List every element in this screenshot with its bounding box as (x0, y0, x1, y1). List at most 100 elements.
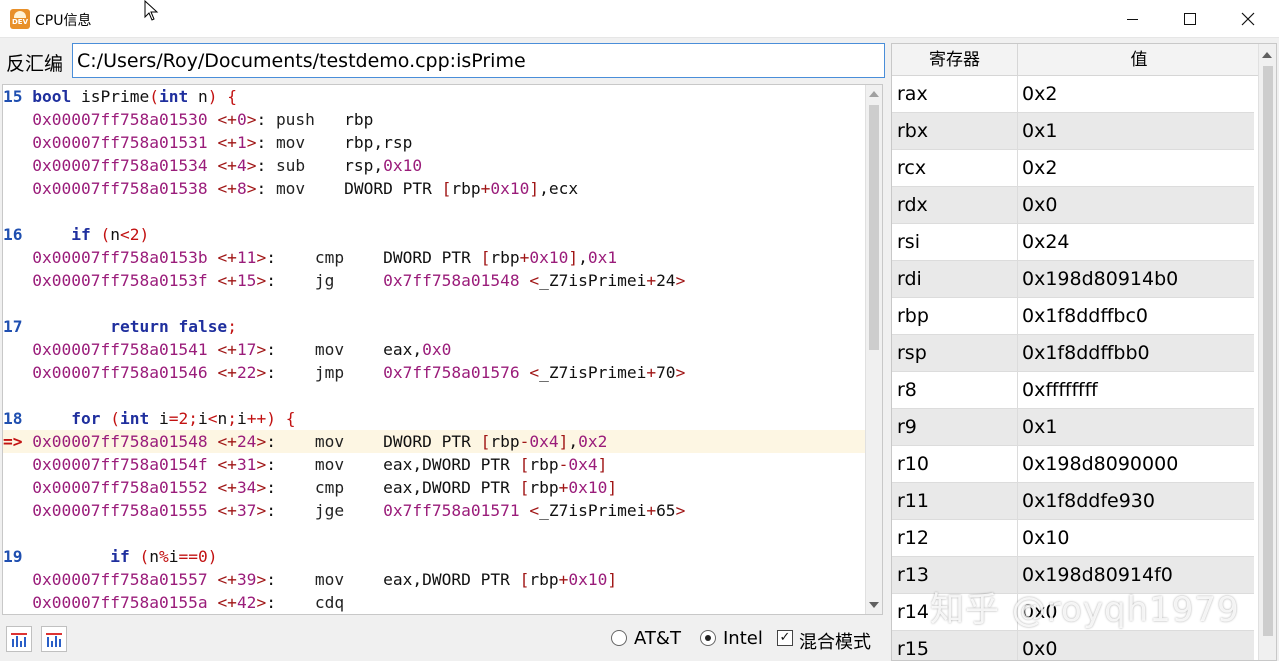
source-line-number: 19 (3, 547, 23, 566)
source-token: return (110, 317, 169, 336)
source-token: 0 (197, 547, 208, 566)
instruction-mnemonic: sub (275, 156, 345, 175)
offset-colon: : (266, 501, 276, 520)
att-radio[interactable] (611, 630, 627, 646)
register-row[interactable]: r11 0x1f8ddfe930 (892, 483, 1254, 520)
current-instruction-arrow (3, 110, 23, 129)
disassembly-label: 反汇编 (6, 53, 64, 75)
offset-bracket: <+ (217, 179, 237, 198)
column-header-register[interactable]: 寄存器 (892, 44, 1018, 76)
operand-token: eax,DWORD PTR (383, 455, 520, 474)
att-label[interactable]: AT&T (634, 628, 681, 649)
operand-token: 0x4 (568, 455, 598, 474)
instruction-address: 0x00007ff758a01552 (32, 478, 208, 497)
code-line: 0x00007ff758a01534 <+4>: sub rsp,0x10 (3, 154, 867, 177)
disassembly-function-input[interactable] (72, 43, 885, 78)
offset-bracket: > (256, 363, 267, 382)
instruction-address: 0x00007ff758a0155a (32, 593, 208, 612)
register-row[interactable]: rsp 0x1f8ddffbb0 (892, 335, 1254, 372)
source-token: < (119, 225, 130, 244)
code-scrollbar[interactable] (865, 85, 882, 614)
register-row[interactable]: rdi 0x198d80914b0 (892, 261, 1254, 298)
instruction-mnemonic: cdq (314, 593, 384, 612)
source-token: i (158, 409, 169, 428)
instruction-address: 0x00007ff758a01534 (32, 156, 208, 175)
current-instruction-arrow (3, 248, 23, 267)
source-token: n (197, 87, 208, 106)
source-token: ; (227, 317, 237, 336)
register-scroll-thumb[interactable] (1263, 66, 1273, 636)
scroll-down-icon[interactable] (869, 602, 879, 608)
instruction-offset: 22 (236, 363, 257, 382)
code-line: 0x00007ff758a01531 <+1>: mov rbp,rsp (3, 131, 867, 154)
register-row[interactable]: rdx 0x0 (892, 187, 1254, 224)
register-table[interactable]: 寄存器 值 rax 0x2 rbx 0x1 rcx 0x2 rdx 0x0 rsi 0x24 rdi… (891, 43, 1277, 661)
register-value: 0x24 (1022, 231, 1070, 253)
current-instruction-arrow (3, 156, 23, 175)
instruction-offset: 4 (236, 156, 247, 175)
register-scrollbar[interactable] (1258, 44, 1276, 660)
operand-token: ] (558, 432, 569, 451)
code-line: 16 if (n<2) (3, 223, 867, 246)
intel-radio[interactable] (700, 630, 716, 646)
source-token (23, 87, 33, 106)
scroll-up-icon[interactable] (869, 91, 879, 97)
register-value: 0x1 (1022, 120, 1058, 142)
disassembly-code-view[interactable]: 15 bool isPrime(int n) { 0x00007ff758a01… (2, 84, 883, 615)
register-row[interactable]: rsi 0x24 (892, 224, 1254, 261)
instruction-address: 0x00007ff758a01530 (32, 110, 208, 129)
column-header-value[interactable]: 值 (1018, 44, 1260, 76)
register-row[interactable]: rbx 0x1 (892, 113, 1254, 150)
source-token (188, 87, 198, 106)
register-value: 0x0 (1022, 638, 1058, 660)
instruction-address: 0x00007ff758a0154f (32, 455, 208, 474)
register-row[interactable]: rcx 0x2 (892, 150, 1254, 187)
register-row[interactable]: r9 0x1 (892, 409, 1254, 446)
mixed-mode-label[interactable]: 混合模式 (799, 628, 871, 654)
offset-bracket: > (256, 455, 267, 474)
code-line: 17 return false; (3, 315, 867, 338)
instruction-offset: 24 (236, 432, 257, 451)
source-token: = (188, 547, 198, 566)
offset-bracket: > (256, 432, 267, 451)
source-token: int (119, 409, 150, 428)
register-row[interactable]: r10 0x198d8090000 (892, 446, 1254, 483)
source-token (130, 547, 140, 566)
cpu-chart-alt-button[interactable] (41, 626, 67, 652)
source-token (276, 409, 286, 428)
scroll-up-icon[interactable] (1262, 52, 1272, 58)
offset-bracket: <+ (217, 110, 237, 129)
operand-token: DWORD PTR (383, 432, 481, 451)
register-row[interactable]: rbp 0x1f8ddffbc0 (892, 298, 1254, 335)
close-button[interactable] (1219, 0, 1277, 38)
operand-token: 0x2 (578, 432, 608, 451)
maximize-button[interactable] (1161, 0, 1219, 38)
minimize-button[interactable] (1103, 0, 1161, 38)
offset-colon: : (266, 271, 276, 290)
current-instruction-arrow (3, 133, 23, 152)
register-value: 0x1f8ddffbc0 (1022, 305, 1149, 327)
instruction-offset: 1 (236, 133, 247, 152)
register-row[interactable]: r8 0xffffffff (892, 372, 1254, 409)
intel-label[interactable]: Intel (723, 628, 763, 649)
offset-bracket: <+ (217, 478, 237, 497)
register-row[interactable]: r12 0x10 (892, 520, 1254, 557)
cpu-chart-button[interactable] (6, 626, 32, 652)
mixed-mode-checkbox[interactable]: ✓ (777, 630, 793, 646)
register-name: rbx (897, 120, 929, 142)
register-row[interactable]: rax 0x2 (892, 76, 1254, 113)
code-scroll-thumb[interactable] (869, 105, 879, 350)
instruction-address: 0x00007ff758a01541 (32, 340, 208, 359)
operand-token: < (529, 271, 540, 290)
register-row[interactable]: r15 0x0 (892, 631, 1254, 660)
offset-colon: : (266, 593, 276, 612)
register-name: rax (897, 83, 928, 105)
register-name: rsi (897, 231, 920, 253)
